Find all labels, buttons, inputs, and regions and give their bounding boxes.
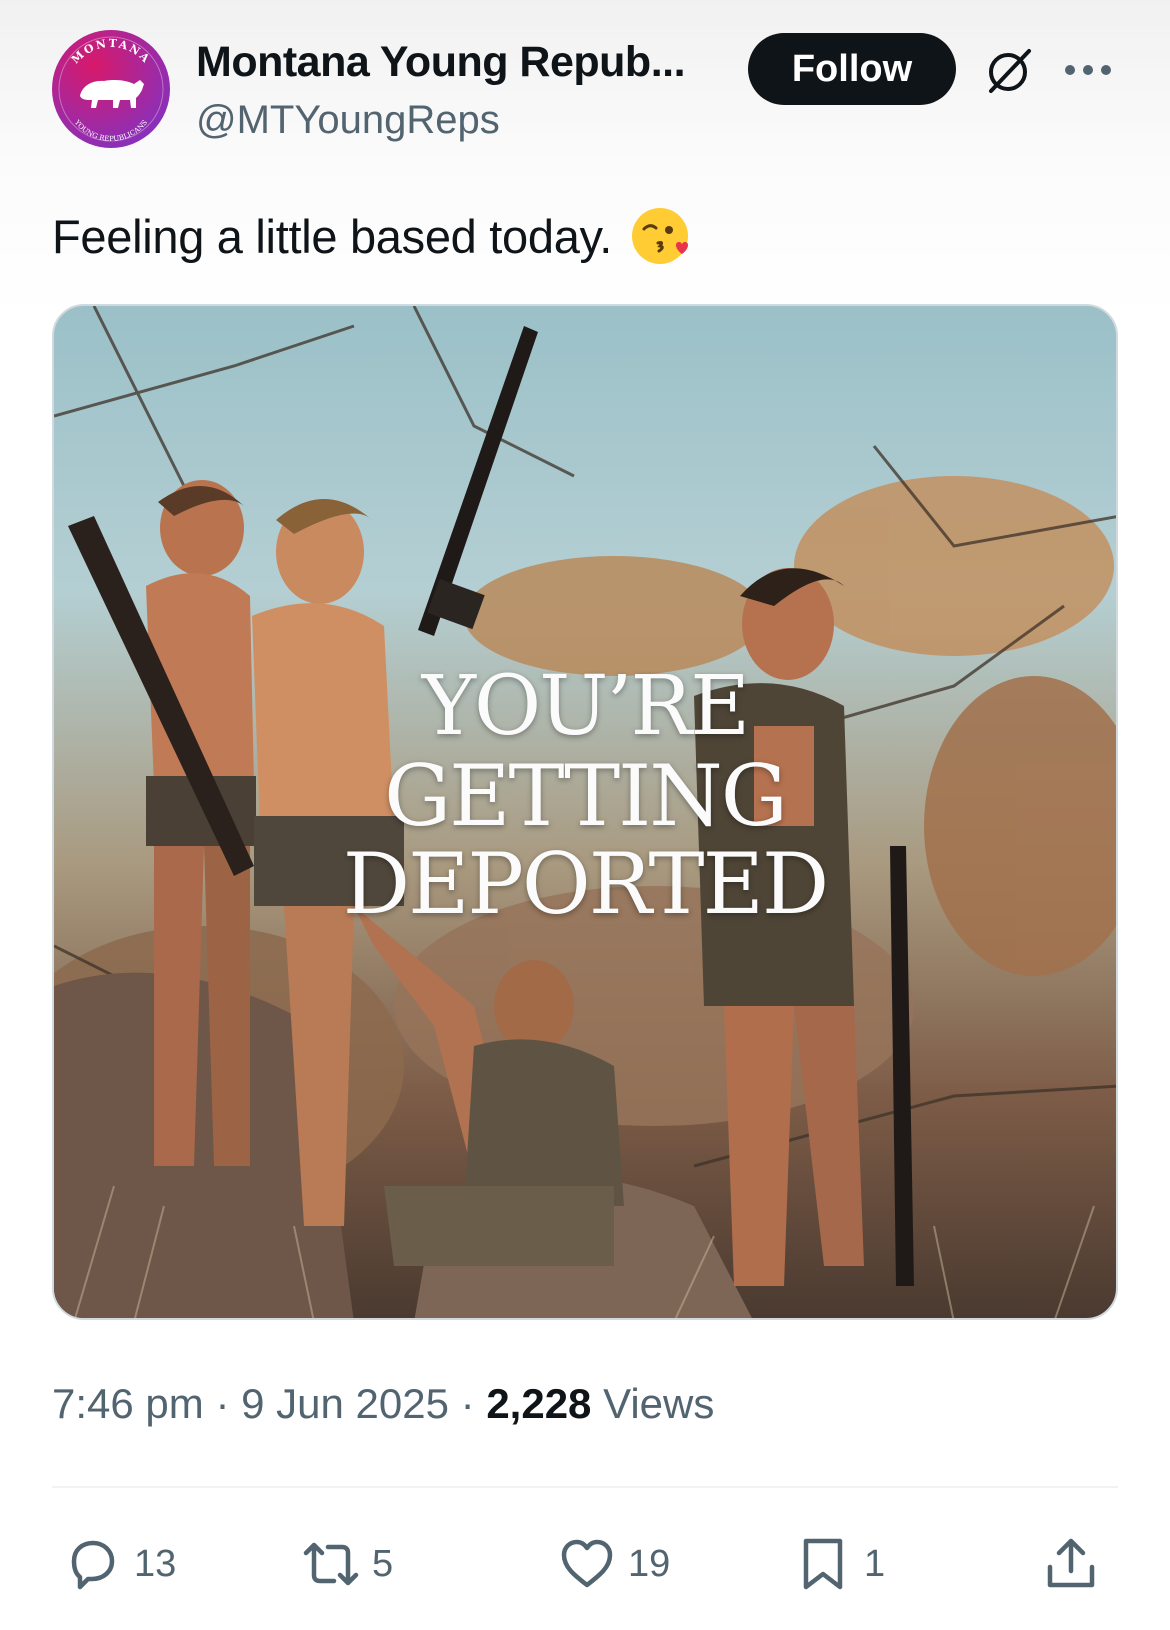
display-name[interactable]: Montana Young Repub... (196, 38, 686, 87)
heart-icon (561, 1539, 613, 1588)
meta-separator: · (215, 1380, 230, 1427)
face-blowing-a-kiss-emoji (632, 208, 689, 264)
image-overlay-line-2: GETTING (384, 747, 788, 845)
bookmark-button[interactable]: 1 (792, 1532, 885, 1596)
grok-icon[interactable] (983, 45, 1035, 97)
svg-text:MONTANA: MONTANA (69, 37, 153, 67)
avatar[interactable]: MONTANA YOUNG REPUBLICANS (52, 30, 170, 148)
meta-separator: · (460, 1380, 475, 1427)
image-overlay-line-3: DEPORTED (342, 835, 830, 933)
reply-button[interactable]: 13 (62, 1532, 176, 1596)
like-count: 19 (628, 1542, 671, 1585)
tweet-meta: 7:46 pm · 9 Jun 2025 · 2,228 Views (52, 1380, 714, 1428)
views-count: 2,228 (486, 1380, 592, 1427)
share-button[interactable] (1040, 1532, 1112, 1596)
repost-button[interactable]: 5 (300, 1532, 393, 1596)
handle[interactable]: @MTYoungReps (196, 98, 500, 143)
like-button[interactable]: 19 (556, 1532, 670, 1596)
image-overlay-line-1: YOU’RE (421, 659, 750, 754)
tweet-text-content: Feeling a little based today. (52, 209, 613, 263)
avatar-logo: MONTANA YOUNG REPUBLICANS (58, 36, 164, 143)
reply-count: 13 (134, 1542, 177, 1585)
reply-icon (71, 1540, 115, 1590)
bookmark-icon (803, 1538, 843, 1590)
tweet-image[interactable]: YOU’RE GETTING DEPORTED (52, 304, 1118, 1320)
more-horizontal-icon[interactable] (1063, 56, 1113, 84)
follow-button[interactable]: Follow (748, 33, 956, 105)
tweet-text: Feeling a little based today. (52, 205, 692, 267)
avatar-top-text: MONTANA (69, 37, 151, 67)
share-icon (1047, 1538, 1095, 1588)
avatar-bottom-text: YOUNG REPUBLICANS (72, 118, 149, 143)
svg-text:YOUNG REPUBLICANS: YOUNG REPUBLICANS (72, 118, 149, 143)
views-label: Views (603, 1380, 715, 1427)
repost-icon (303, 1542, 359, 1586)
divider (52, 1486, 1118, 1488)
tweet-time[interactable]: 7:46 pm (52, 1380, 204, 1427)
repost-count: 5 (372, 1542, 394, 1585)
tweet-date[interactable]: 9 Jun 2025 (241, 1380, 449, 1427)
bookmark-count: 1 (864, 1542, 886, 1585)
bear-icon (80, 80, 144, 108)
